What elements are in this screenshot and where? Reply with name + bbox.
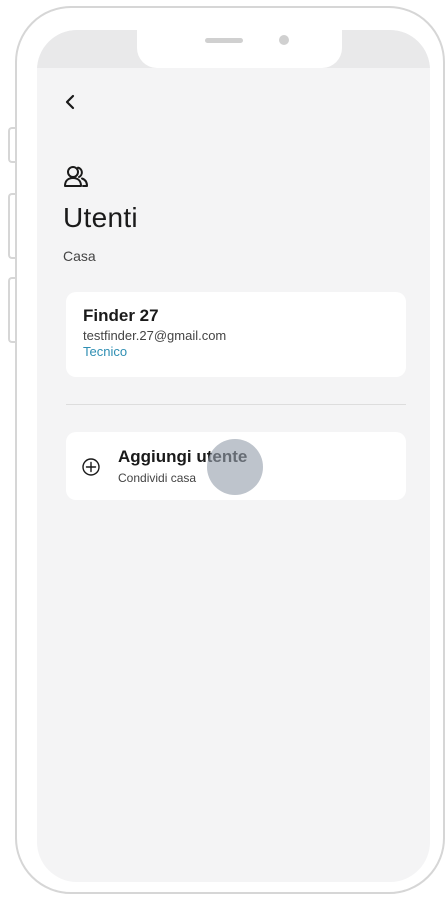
add-user-sublabel: Condividi casa	[118, 471, 197, 485]
status-bar	[37, 30, 430, 68]
speaker	[205, 38, 243, 43]
add-user-label: Aggiungi utente	[118, 447, 248, 466]
add-user-button[interactable]: Aggiungi utente Condividi casa	[66, 432, 406, 500]
camera	[279, 35, 289, 45]
app-screen: Utenti Casa Finder 27 testfinder.27@gmai…	[37, 30, 430, 882]
notch	[137, 30, 342, 68]
chevron-left-icon	[65, 94, 75, 110]
user-role: Tecnico	[83, 344, 128, 359]
page-subtitle: Casa	[63, 248, 96, 264]
user-email: testfinder.27@gmail.com	[83, 328, 227, 343]
user-name: Finder 27	[83, 306, 159, 325]
page-title: Utenti	[63, 202, 138, 233]
user-card[interactable]: Finder 27 testfinder.27@gmail.com Tecnic…	[66, 292, 406, 377]
plus-circle-icon	[81, 457, 101, 477]
back-button[interactable]	[61, 90, 81, 114]
users-icon	[63, 164, 89, 190]
divider	[66, 404, 406, 405]
